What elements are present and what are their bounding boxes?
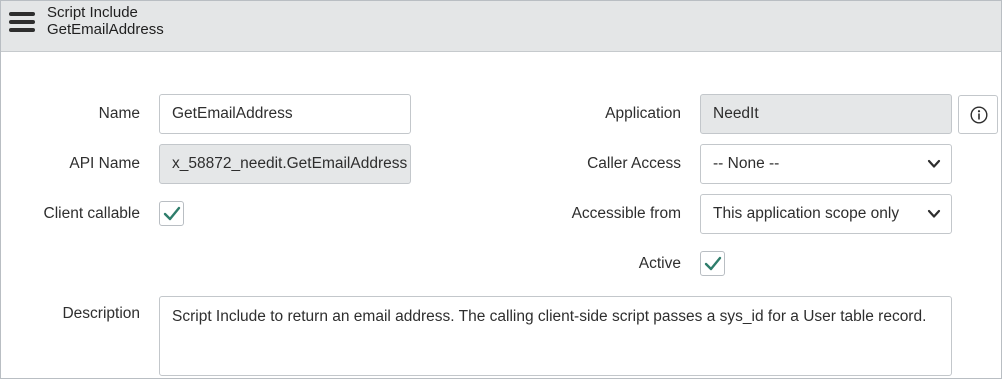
description-textarea[interactable]: Script Include to return an email addres… [159, 296, 952, 376]
chevron-down-icon [927, 159, 941, 168]
form-header: Script Include GetEmailAddress [1, 1, 1001, 52]
accessible-from-select[interactable]: This application scope only [700, 194, 952, 234]
application-info-button[interactable] [958, 95, 998, 134]
application-field: NeedIt [700, 94, 952, 134]
caller-access-value: -- None -- [713, 155, 780, 172]
record-name-title: GetEmailAddress [47, 21, 164, 38]
caller-access-label: Caller Access [587, 155, 681, 172]
description-label: Description [62, 305, 140, 322]
client-callable-label: Client callable [43, 205, 141, 222]
chevron-down-icon [927, 209, 941, 218]
application-label: Application [605, 105, 681, 122]
client-callable-checkbox[interactable] [159, 201, 184, 226]
api-name-label: API Name [69, 155, 140, 172]
api-name-field: x_58872_needit.GetEmailAddress [159, 144, 411, 184]
accessible-from-value: This application scope only [713, 205, 900, 222]
active-checkbox[interactable] [700, 251, 725, 276]
record-type-title: Script Include [47, 4, 138, 21]
checkmark-icon [704, 256, 722, 271]
active-label: Active [638, 255, 681, 272]
accessible-from-label: Accessible from [571, 205, 681, 222]
name-label: Name [98, 105, 140, 122]
caller-access-select[interactable]: -- None -- [700, 144, 952, 184]
name-field[interactable]: GetEmailAddress [159, 94, 411, 134]
hamburger-menu-icon[interactable] [9, 12, 35, 34]
checkmark-icon [163, 206, 181, 221]
info-icon [970, 106, 988, 124]
